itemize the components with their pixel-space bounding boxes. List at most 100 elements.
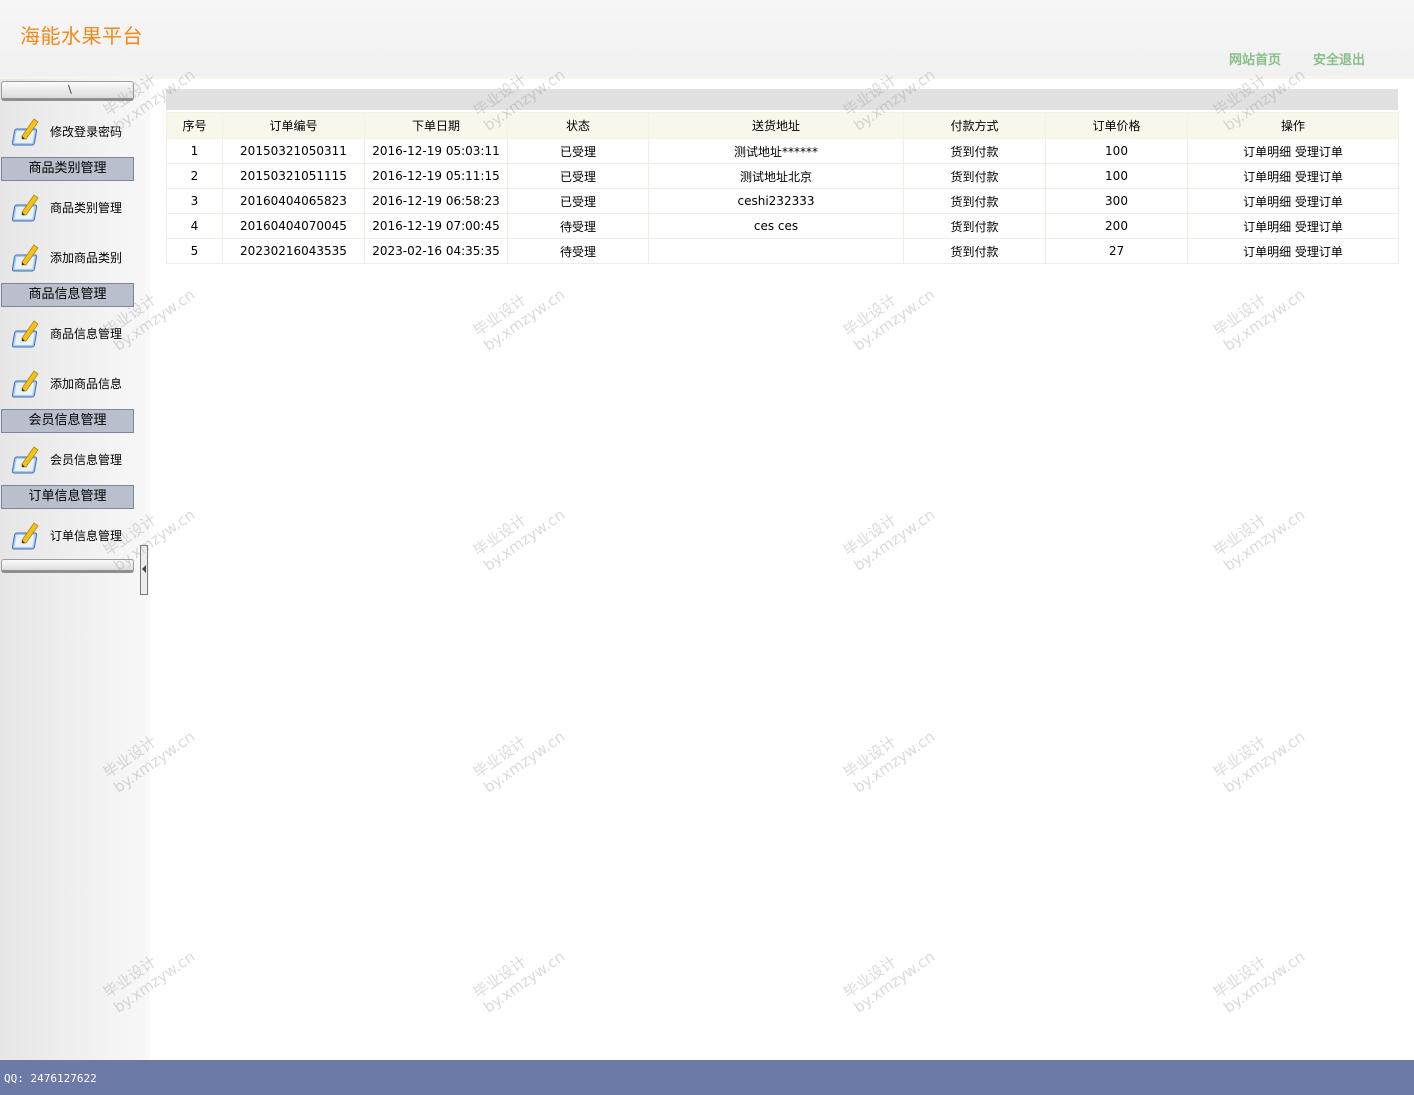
cell-address: 测试地址北京 [648, 163, 904, 189]
cell-actions: 订单明细 受理订单 [1187, 213, 1399, 239]
sidebar-item-change-password[interactable]: 修改登录密码 [0, 109, 134, 153]
home-link[interactable]: 网站首页 [1229, 49, 1281, 68]
pencil-notepad-icon [12, 320, 39, 348]
footer: QQ: 2476127622 [0, 1060, 1414, 1095]
sidebar-item-member-manage[interactable]: 会员信息管理 [0, 437, 134, 481]
column-header: 下单日期 [364, 112, 508, 139]
cell-price: 100 [1045, 163, 1188, 189]
sidebar-item-label: 商品信息管理 [50, 327, 123, 341]
cell-date: 2016-12-19 05:11:15 [364, 163, 508, 189]
column-header: 状态 [507, 112, 649, 139]
cell-address: 测试地址****** [648, 138, 904, 164]
pencil-notepad-icon [12, 370, 39, 398]
app-title: 海能水果平台 [20, 24, 143, 48]
cell-index: 4 [166, 213, 223, 239]
accept-order-link[interactable]: 受理订单 [1295, 145, 1343, 159]
logout-link[interactable]: 安全退出 [1313, 49, 1365, 68]
cell-actions: 订单明细 受理订单 [1187, 238, 1399, 264]
accept-order-link[interactable]: 受理订单 [1295, 245, 1343, 259]
column-header: 序号 [166, 112, 223, 139]
scroll-up-glyph: \ [68, 83, 72, 96]
accept-order-link[interactable]: 受理订单 [1295, 220, 1343, 234]
sidebar-item-product-add[interactable]: 添加商品信息 [0, 361, 134, 405]
sidebar-item-label: 添加商品类别 [50, 251, 123, 265]
cell-order-no: 20230216043535 [222, 238, 365, 264]
cell-status: 待受理 [507, 238, 649, 264]
accept-order-link[interactable]: 受理订单 [1295, 170, 1343, 184]
cell-address: ceshi232333 [648, 188, 904, 214]
sidebar-item-category-manage[interactable]: 商品类别管理 [0, 185, 134, 229]
sidebar-item-label: 订单信息管理 [50, 529, 123, 543]
pencil-notepad-icon [12, 194, 39, 222]
cell-order-no: 20160404070045 [222, 213, 365, 239]
cell-date: 2016-12-19 07:00:45 [364, 213, 508, 239]
order-detail-link[interactable]: 订单明细 [1243, 170, 1291, 184]
cell-actions: 订单明细 受理订单 [1187, 138, 1399, 164]
sidebar-item-label: 修改登录密码 [50, 125, 123, 139]
table-row: 1 20150321050311 2016-12-19 05:03:11 已受理… [166, 138, 1399, 164]
section-header-product: 商品信息管理 [1, 283, 134, 307]
order-detail-link[interactable]: 订单明细 [1243, 220, 1291, 234]
cell-index: 5 [166, 238, 223, 264]
main-content: 序号 订单编号 下单日期 状态 送货地址 付款方式 订单价格 操作 1 2015… [150, 79, 1414, 1060]
section-header-member: 会员信息管理 [1, 409, 134, 433]
order-detail-link[interactable]: 订单明细 [1243, 245, 1291, 259]
sidebar-collapse-handle[interactable] [140, 545, 148, 595]
order-detail-link[interactable]: 订单明细 [1243, 145, 1291, 159]
cell-date: 2016-12-19 05:03:11 [364, 138, 508, 164]
header: 海能水果平台 网站首页 安全退出 [0, 0, 1414, 79]
cell-index: 3 [166, 188, 223, 214]
accept-order-link[interactable]: 受理订单 [1295, 195, 1343, 209]
sidebar-item-label: 会员信息管理 [50, 453, 123, 467]
table-title-bar [166, 89, 1398, 110]
column-header: 操作 [1187, 112, 1399, 139]
cell-price: 27 [1045, 238, 1188, 264]
table-row: 4 20160404070045 2016-12-19 07:00:45 待受理… [166, 213, 1399, 239]
cell-payment: 货到付款 [903, 163, 1046, 189]
cell-payment: 货到付款 [903, 138, 1046, 164]
cell-index: 2 [166, 163, 223, 189]
order-detail-link[interactable]: 订单明细 [1243, 195, 1291, 209]
table-row: 3 20160404065823 2016-12-19 06:58:23 已受理… [166, 188, 1399, 214]
cell-status: 已受理 [507, 138, 649, 164]
pencil-notepad-icon [12, 244, 39, 272]
sidebar-scroll-down-button[interactable] [1, 559, 134, 573]
cell-index: 1 [166, 138, 223, 164]
sidebar-item-order-manage[interactable]: 订单信息管理 [0, 513, 134, 557]
sidebar-item-label: 商品类别管理 [50, 201, 123, 215]
cell-price: 300 [1045, 188, 1188, 214]
cell-date: 2016-12-19 06:58:23 [364, 188, 508, 214]
cell-status: 已受理 [507, 163, 649, 189]
cell-price: 200 [1045, 213, 1188, 239]
cell-order-no: 20160404065823 [222, 188, 365, 214]
cell-actions: 订单明细 受理订单 [1187, 188, 1399, 214]
cell-order-no: 20150321050311 [222, 138, 365, 164]
cell-date: 2023-02-16 04:35:35 [364, 238, 508, 264]
sidebar: \ 修改登录密码 商品类别管理 商品类别管理 添加商品类别 商品信息管理 商品信… [0, 79, 150, 1060]
cell-status: 待受理 [507, 213, 649, 239]
section-header-category: 商品类别管理 [1, 157, 134, 181]
cell-status: 已受理 [507, 188, 649, 214]
cell-payment: 货到付款 [903, 213, 1046, 239]
sidebar-item-category-add[interactable]: 添加商品类别 [0, 235, 134, 279]
orders-table: 序号 订单编号 下单日期 状态 送货地址 付款方式 订单价格 操作 1 2015… [166, 112, 1399, 264]
cell-address: ces ces [648, 213, 904, 239]
cell-price: 100 [1045, 138, 1188, 164]
cell-order-no: 20150321051115 [222, 163, 365, 189]
cell-address [648, 238, 904, 264]
table-row: 2 20150321051115 2016-12-19 05:11:15 已受理… [166, 163, 1399, 189]
pencil-notepad-icon [12, 522, 39, 550]
table-row: 5 20230216043535 2023-02-16 04:35:35 待受理… [166, 238, 1399, 264]
pencil-notepad-icon [12, 446, 39, 474]
sidebar-item-product-manage[interactable]: 商品信息管理 [0, 311, 134, 355]
column-header: 订单价格 [1045, 112, 1188, 139]
cell-payment: 货到付款 [903, 188, 1046, 214]
column-header: 付款方式 [903, 112, 1046, 139]
footer-qq-text: QQ: 2476127622 [4, 1072, 97, 1085]
pencil-notepad-icon [12, 118, 39, 146]
table-header-row: 序号 订单编号 下单日期 状态 送货地址 付款方式 订单价格 操作 [166, 112, 1399, 139]
sidebar-item-label: 添加商品信息 [50, 377, 123, 391]
chevron-left-icon [142, 565, 146, 573]
cell-payment: 货到付款 [903, 238, 1046, 264]
sidebar-scroll-up-button[interactable]: \ [1, 81, 134, 101]
